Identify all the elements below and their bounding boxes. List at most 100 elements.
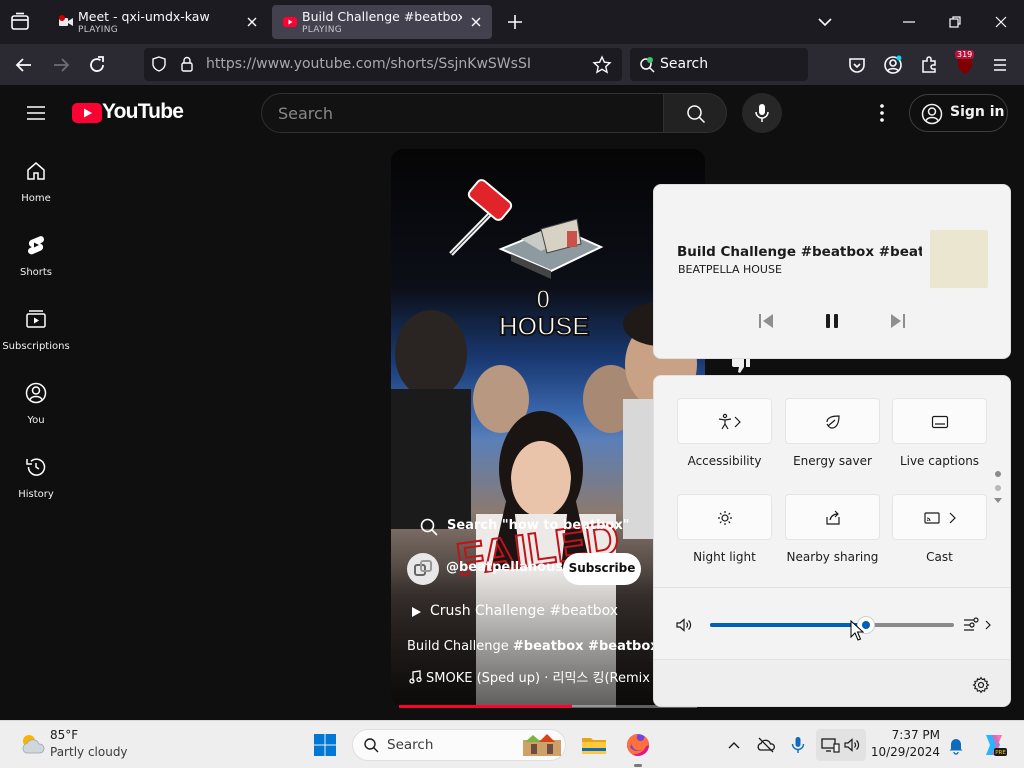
channel-name-link[interactable]: @beatpellahouse <box>446 560 572 575</box>
tile-label: Live captions <box>899 454 980 468</box>
subscribe-button[interactable]: Subscribe <box>563 553 641 585</box>
network-sound-tray-group[interactable] <box>816 729 866 761</box>
extension-badge-count: 319 <box>955 50 975 59</box>
tab-close-icon[interactable] <box>468 14 484 30</box>
app-menu-icon[interactable] <box>988 53 1012 77</box>
tile-label: Accessibility <box>687 454 762 468</box>
extensions-puzzle-icon[interactable] <box>917 53 941 77</box>
youtube-play-logo-icon <box>72 103 102 123</box>
accessibility-tile[interactable] <box>677 398 772 444</box>
browser-search-bar[interactable]: Search <box>630 48 808 81</box>
onedrive-offline-icon[interactable] <box>756 735 776 755</box>
quick-settings-footer <box>654 659 1010 706</box>
bookmark-star-icon[interactable] <box>592 55 612 75</box>
youtube-search-placeholder: Search <box>278 104 333 123</box>
media-thumbnail <box>930 230 988 288</box>
browser-navbar: https://www.youtube.com/shorts/SsjnKwSWs… <box>0 44 1024 85</box>
sidebar-item-home[interactable]: Home <box>0 141 72 215</box>
back-arrow-icon[interactable] <box>12 53 36 77</box>
firefox-icon[interactable] <box>624 731 652 759</box>
mouse-cursor-icon <box>850 620 864 641</box>
next-track-icon[interactable] <box>886 309 910 333</box>
clock-time[interactable]: 7:37 PM <box>870 728 940 742</box>
windows-start-icon[interactable] <box>313 733 337 757</box>
show-hidden-icons-chevron-up-icon[interactable] <box>724 735 744 755</box>
account-icon[interactable] <box>881 53 905 77</box>
tab-title: Meet - qxi-umdx-kaw <box>78 9 210 24</box>
sign-in-button[interactable]: Sign in <box>909 94 1008 132</box>
sidebar-item-you[interactable]: You <box>0 363 72 437</box>
sidebar-item-subscriptions[interactable]: Subscriptions <box>0 289 72 363</box>
more-options-icon[interactable] <box>870 101 894 125</box>
home-icon <box>27 162 45 180</box>
energy-saver-tile[interactable] <box>785 398 880 444</box>
pocket-icon[interactable] <box>845 53 869 77</box>
search-icon <box>420 518 438 536</box>
list-all-tabs-chevron-icon[interactable] <box>815 12 835 32</box>
notification-bell-icon[interactable] <box>946 735 966 755</box>
video-progress-bar[interactable] <box>399 705 697 708</box>
tab-list-icon[interactable] <box>8 10 32 34</box>
minimize-icon[interactable] <box>899 12 919 32</box>
reload-icon[interactable] <box>85 53 109 77</box>
chevron-right-icon <box>949 512 956 524</box>
youtube-search-button[interactable] <box>663 93 727 133</box>
select-sound-output-icon[interactable] <box>962 615 992 635</box>
sidebar-item-shorts[interactable]: Shorts <box>0 215 72 289</box>
media-controls-flyout: Build Challenge #beatbox #beatbox... BEA… <box>653 184 1011 359</box>
copilot-icon[interactable]: PRE <box>980 731 1008 759</box>
subscribe-label: Subscribe <box>568 561 636 575</box>
pause-icon[interactable] <box>820 309 844 333</box>
account-icon <box>25 382 47 404</box>
youtube-search-input[interactable]: Search <box>261 93 664 133</box>
tracking-shield-icon[interactable] <box>150 55 168 73</box>
account-circle-icon <box>921 103 943 125</box>
weather-temperature[interactable]: 85°F <box>50 728 78 742</box>
partly-cloudy-icon[interactable] <box>18 731 46 757</box>
shorts-icon <box>28 236 44 255</box>
night-light-tile[interactable] <box>677 494 772 540</box>
page-dot-2[interactable] <box>995 485 1001 491</box>
live-captions-tile[interactable] <box>892 398 987 444</box>
sidebar-item-history[interactable]: History <box>0 437 72 511</box>
related-video-title: Crush Challenge #beatbox <box>430 603 619 619</box>
file-explorer-icon[interactable] <box>580 731 608 759</box>
sidebar-item-label: Subscriptions <box>2 341 70 352</box>
cast-tile[interactable] <box>892 494 987 540</box>
voice-search-button[interactable] <box>742 93 782 133</box>
url-bar[interactable]: https://www.youtube.com/shorts/SsjnKwSWs… <box>144 48 622 81</box>
search-engine-icon[interactable] <box>638 56 656 74</box>
hamburger-menu-icon[interactable] <box>24 101 48 125</box>
close-window-icon[interactable] <box>991 12 1011 32</box>
taskbar-search-box[interactable]: Search <box>352 729 566 761</box>
nearby-sharing-tile[interactable] <box>785 494 880 540</box>
lock-icon[interactable] <box>178 55 196 73</box>
clock-date[interactable]: 10/29/2024 <box>870 745 940 759</box>
speaker-volume-icon[interactable] <box>675 616 693 634</box>
page-down-arrow-icon[interactable] <box>994 496 1002 504</box>
weather-description[interactable]: Partly cloudy <box>50 745 128 759</box>
sidebar-item-label: Shorts <box>19 267 53 278</box>
youtube-header: YouTube Search Sign in <box>0 85 1024 141</box>
previous-track-icon[interactable] <box>754 309 778 333</box>
sign-in-label: Sign in <box>950 104 1005 120</box>
tab-youtube-active[interactable]: Build Challenge #beatbox #beatboxchallen… <box>272 5 492 39</box>
tile-label: Nearby sharing <box>786 550 879 564</box>
restore-icon[interactable] <box>945 12 965 32</box>
channel-avatar[interactable] <box>407 553 439 585</box>
tab-title: Build Challenge #beatbox #beatboxchallen… <box>302 9 462 24</box>
tab-meet[interactable]: Meet - qxi-umdx-kaw PLAYING <box>48 5 268 39</box>
taskbar-search-label: Search <box>387 737 434 753</box>
gear-icon[interactable] <box>972 676 990 694</box>
microphone-in-use-icon[interactable] <box>788 735 808 755</box>
new-tab-plus-icon[interactable] <box>504 11 526 33</box>
page-dot-1[interactable] <box>995 471 1001 477</box>
forward-arrow-icon[interactable] <box>49 53 73 77</box>
house-model-graphic <box>498 218 604 279</box>
music-note-icon <box>409 670 422 684</box>
sidebar-item-label: You <box>27 415 45 426</box>
tab-close-icon[interactable] <box>244 14 260 30</box>
volume-slider[interactable] <box>710 616 954 634</box>
search-highlight-image-icon <box>523 734 561 756</box>
meet-favicon-icon <box>59 15 73 26</box>
